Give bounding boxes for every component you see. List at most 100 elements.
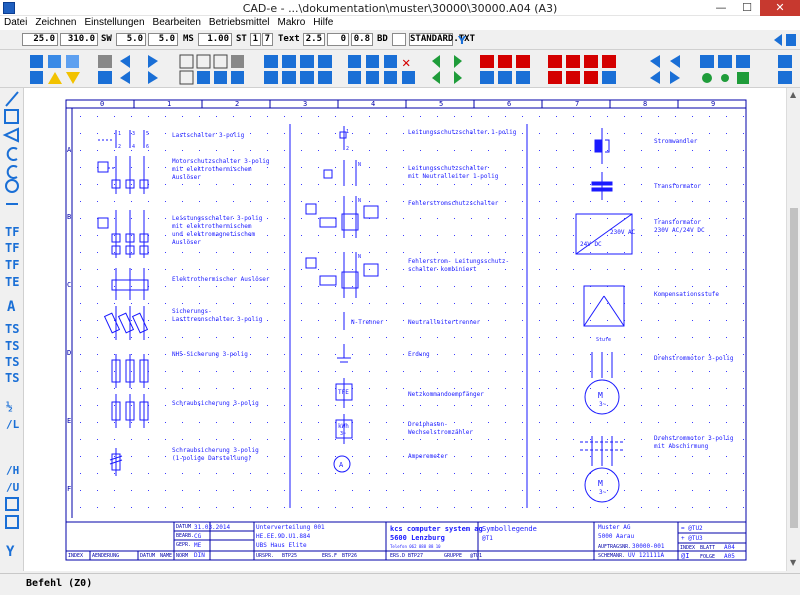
node-square-icon[interactable]	[737, 72, 749, 84]
cross-ref-update-icon[interactable]	[584, 55, 598, 68]
text-edit-icon[interactable]	[282, 55, 296, 68]
contact-u-tool-icon[interactable]: /U	[6, 481, 20, 494]
ts-tool-2-icon[interactable]: TS	[5, 339, 19, 353]
wire-icon[interactable]	[700, 55, 714, 68]
drawing-canvas[interactable]: 0 1 2 3 4 5 6 7 8 9 A B C D E F 1 3 5 2 …	[24, 88, 786, 571]
wire-edit-icon[interactable]	[718, 55, 732, 68]
scroll-down-icon[interactable]: ▼	[790, 558, 796, 567]
half-tool-icon[interactable]: ½	[6, 400, 13, 413]
font-field[interactable]: STANDARD.TXT	[409, 33, 475, 46]
arrow-right-2-icon[interactable]	[670, 71, 680, 84]
node-icon[interactable]	[702, 73, 712, 83]
menu-hilfe[interactable]: Hilfe	[313, 16, 333, 30]
node-small-icon[interactable]	[721, 74, 729, 82]
st-field-1[interactable]: 1	[250, 33, 261, 46]
save-icon[interactable]	[66, 55, 79, 68]
menu-datei[interactable]: Datei	[4, 16, 27, 30]
text-tool-2-icon[interactable]: TF	[5, 241, 19, 255]
filter-tool-icon[interactable]: Y	[6, 544, 15, 560]
sw-field[interactable]: 5.0	[116, 33, 146, 46]
text-tool-3-icon[interactable]: TF	[5, 258, 19, 272]
arrow-left-icon[interactable]	[650, 55, 660, 68]
raster-icon[interactable]	[179, 70, 194, 85]
minimize-button[interactable]: —	[708, 0, 734, 16]
import-icon[interactable]	[48, 72, 62, 84]
contact-no-icon[interactable]	[480, 55, 494, 68]
export-icon[interactable]	[66, 72, 80, 84]
settings-icon[interactable]	[778, 55, 792, 68]
new-file-icon[interactable]	[30, 55, 43, 68]
last-page-icon[interactable]	[148, 71, 158, 84]
ts-tool-1-icon[interactable]: TS	[5, 322, 19, 336]
vertical-scrollbar[interactable]: ▲ ▼	[786, 88, 800, 571]
text-icon[interactable]	[264, 55, 278, 68]
redo-all-icon[interactable]	[454, 71, 462, 84]
terminal-icon[interactable]	[498, 71, 512, 84]
fi-symbol[interactable]	[305, 196, 379, 238]
menu-einstellungen[interactable]: Einstellungen	[85, 16, 145, 30]
delete-icon[interactable]: ✕	[402, 55, 410, 71]
text-size-icon[interactable]	[282, 71, 296, 84]
zoom-icon[interactable]	[197, 71, 210, 84]
collapse-icon[interactable]	[774, 34, 782, 46]
cross-ref-edit-icon[interactable]	[566, 55, 580, 68]
text-field-2[interactable]: 0	[327, 33, 349, 46]
thermal-release-symbol[interactable]	[111, 268, 149, 300]
param-field-4[interactable]: 5.0	[148, 33, 178, 46]
nh-fuse-symbol[interactable]	[111, 354, 149, 388]
current-transformer-symbol[interactable]	[594, 128, 610, 164]
fuse-switch-symbol[interactable]	[103, 306, 149, 340]
text-tool-1-icon[interactable]: TF	[5, 225, 19, 239]
menu-bearbeiten[interactable]: Bearbeiten	[153, 16, 201, 30]
cross-ref-delete-icon[interactable]	[602, 55, 616, 68]
contact-nc-icon[interactable]	[498, 55, 512, 68]
param-field-2[interactable]: 310.0	[60, 33, 98, 46]
wire-list-icon[interactable]	[736, 55, 750, 68]
line-tool-icon[interactable]	[5, 91, 19, 107]
maximize-button[interactable]: ☐	[734, 0, 760, 16]
scroll-thumb[interactable]	[790, 208, 798, 528]
arrow-right-icon[interactable]	[670, 55, 680, 68]
contact-h-tool-icon[interactable]: /H	[6, 464, 19, 477]
move-icon[interactable]	[366, 55, 379, 68]
text-frame-icon[interactable]	[318, 55, 332, 68]
ts-tool-3-icon[interactable]: TS	[5, 355, 19, 369]
next-page-icon[interactable]	[148, 55, 158, 68]
text-field-1[interactable]: 2.5	[303, 33, 325, 46]
snap-icon[interactable]	[196, 54, 211, 69]
zoom-window-icon[interactable]	[214, 71, 227, 84]
ts-tool-4-icon[interactable]: TS	[5, 371, 19, 385]
undo-all-icon[interactable]	[432, 71, 440, 84]
block-tool-2-icon[interactable]	[5, 515, 19, 529]
device-icon[interactable]	[548, 71, 562, 84]
rotate-icon[interactable]	[366, 71, 379, 84]
block-tool-1-icon[interactable]	[5, 497, 19, 511]
leistungsschalter-symbol[interactable]	[97, 210, 149, 258]
tau-icon[interactable]	[602, 71, 616, 84]
fi-ls-symbol[interactable]	[305, 252, 379, 298]
transformer-symbol[interactable]	[591, 172, 613, 200]
st-field-2[interactable]: 7	[262, 33, 273, 46]
close-button[interactable]: ✕	[760, 0, 800, 16]
cross-ref-icon[interactable]	[548, 55, 562, 68]
arrow-left-2-icon[interactable]	[650, 71, 660, 84]
device-edit-icon[interactable]	[566, 71, 580, 84]
arc-2-tool-icon[interactable]	[6, 165, 18, 179]
scale-icon[interactable]	[384, 71, 397, 84]
grid-icon[interactable]	[179, 54, 194, 69]
info-icon[interactable]	[778, 71, 792, 84]
device-list-icon[interactable]	[584, 71, 598, 84]
text-tool-4-icon[interactable]: TE	[5, 275, 19, 289]
contact-change-icon[interactable]	[516, 55, 530, 68]
ms-field[interactable]: 1.00	[198, 33, 232, 46]
first-page-icon[interactable]	[120, 71, 130, 84]
command-line[interactable]: Befehl (Z0)	[26, 578, 92, 589]
redo-icon[interactable]	[454, 55, 462, 68]
text-rotate-icon[interactable]	[264, 71, 278, 84]
plot-icon[interactable]	[98, 71, 112, 84]
layer-icon[interactable]	[231, 55, 244, 68]
circle-tool-icon[interactable]	[5, 179, 19, 193]
copy-icon[interactable]	[48, 55, 61, 68]
bd-field[interactable]	[392, 33, 406, 46]
menu-betriebsmittel[interactable]: Betriebsmittel	[209, 16, 270, 30]
